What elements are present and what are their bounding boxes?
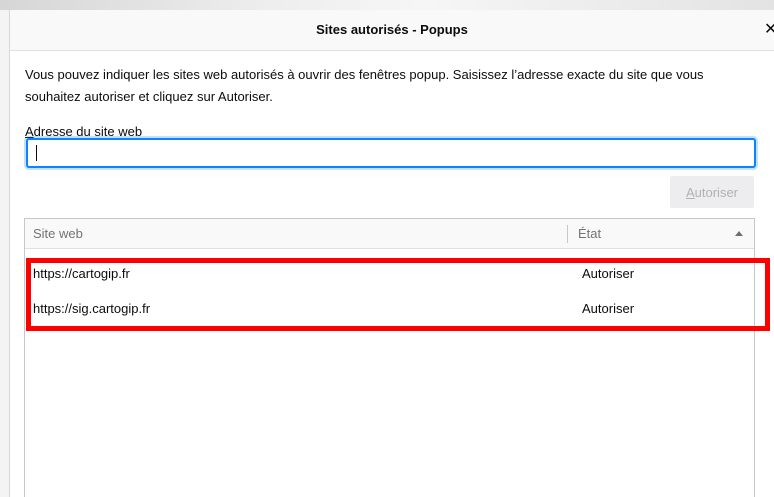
dialog-titlebar: Sites autorisés - Popups ✕ xyxy=(10,10,774,51)
column-header-site[interactable]: Site web xyxy=(33,219,83,249)
text-caret xyxy=(36,145,37,161)
site-cell: https://sig.cartogip.fr xyxy=(33,301,151,316)
dialog-description: Vous pouvez indiquer les sites web autor… xyxy=(25,67,704,104)
background-window-edge xyxy=(0,10,10,497)
address-label-text: dresse du site web xyxy=(33,124,143,139)
table-header: Site web État xyxy=(25,219,754,249)
status-cell: Autoriser xyxy=(582,301,635,316)
background-window-strip xyxy=(0,0,774,10)
dialog-title: Sites autorisés - Popups xyxy=(316,22,468,37)
sort-ascending-icon xyxy=(735,231,743,236)
site-address-input[interactable] xyxy=(27,139,755,167)
status-cell: Autoriser xyxy=(582,266,635,281)
table-row[interactable]: https://cartogip.fr Autoriser xyxy=(25,256,754,291)
site-cell: https://cartogip.fr xyxy=(33,266,130,281)
allow-button[interactable]: Autoriser xyxy=(670,176,754,208)
column-separator[interactable] xyxy=(567,225,568,243)
sites-table: Site web État https://cartogip.fr Autori… xyxy=(24,218,755,497)
table-row[interactable]: https://sig.cartogip.fr Autoriser xyxy=(25,291,754,326)
column-header-status[interactable]: État xyxy=(578,219,601,249)
address-label-accesskey: A xyxy=(25,124,34,139)
close-icon[interactable]: ✕ xyxy=(764,10,774,50)
